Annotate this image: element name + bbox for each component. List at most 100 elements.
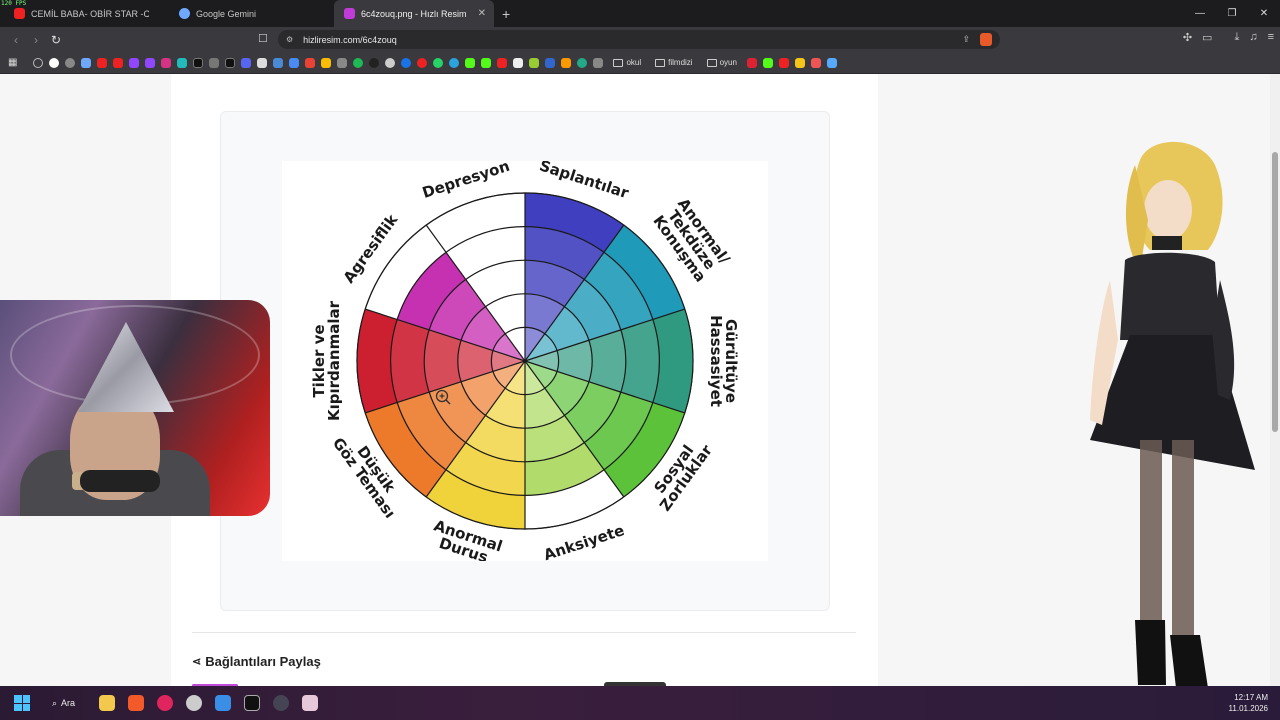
spotify-icon[interactable] <box>353 57 364 68</box>
bookmark-folder-oyun[interactable]: oyun <box>706 58 737 67</box>
bookmark-icon[interactable] <box>337 57 348 68</box>
tab-hizliresim[interactable]: 6c4zouq.png - Hızlı Resim ✕ <box>334 0 494 27</box>
microphone <box>80 470 160 492</box>
downloads-icon[interactable]: ⤓ <box>1234 31 1239 44</box>
scrollbar-thumb[interactable] <box>1272 152 1278 432</box>
search-icon: ⌕ <box>52 697 58 708</box>
new-tab-button[interactable]: + <box>502 6 510 22</box>
taskbar-search-button[interactable]: ⌕ Ara <box>52 698 75 709</box>
share-heading: ⋖ Bağlantıları Paylaş <box>192 654 321 669</box>
obs-icon[interactable] <box>186 695 203 711</box>
steam-icon[interactable] <box>273 695 290 711</box>
toolbar-right: ✣ ▭ ⤓ ♫ ≡ <box>1183 31 1274 44</box>
apps-grid-icon[interactable]: ▦ <box>8 57 17 68</box>
kick-icon[interactable] <box>762 57 773 68</box>
tab-music-video[interactable]: CEMİL BABA- OBİR STAR -CANIM <box>4 0 169 27</box>
gemini-icon <box>179 8 190 19</box>
bookmark-folder-okul[interactable]: okul <box>613 58 641 67</box>
instagram-icon[interactable] <box>161 57 172 68</box>
youtube-icon <box>14 8 25 19</box>
media-icon[interactable]: ♫ <box>1249 31 1257 44</box>
brave-browser-icon[interactable] <box>128 695 145 711</box>
back-icon[interactable]: ‹ <box>6 33 26 47</box>
media-player-icon[interactable] <box>157 695 174 711</box>
bookmark-icon[interactable] <box>401 57 412 68</box>
bookmark-icon[interactable] <box>826 57 837 68</box>
tab-title: CEMİL BABA- OBİR STAR -CANIM <box>31 8 149 19</box>
wheel-label: Anksiyete <box>541 521 626 561</box>
bookmark-icon[interactable] <box>497 57 508 68</box>
tiktok-icon[interactable] <box>225 57 236 68</box>
tab-title: 6c4zouq.png - Hızlı Resim <box>361 8 467 19</box>
google-icon[interactable] <box>49 57 60 68</box>
brave-shield-icon[interactable] <box>980 33 992 46</box>
bookmark-icon[interactable] <box>545 57 556 68</box>
bookmark-icon[interactable] <box>561 57 572 68</box>
trait-wheel-image[interactable]: Depresyon SaplantılarAnormal/TekdüzeKonuş… <box>282 161 768 561</box>
menu-icon[interactable]: ≡ <box>1268 31 1274 44</box>
bookmark-icon[interactable] <box>810 57 821 68</box>
docs-icon[interactable] <box>289 57 300 68</box>
tab-strip: 120 FPS CEMİL BABA- OBİR STAR -CANIM Goo… <box>0 0 1280 27</box>
avatar-app-icon[interactable] <box>302 695 319 711</box>
wheel-label: GürültüyeHassasiyet <box>707 315 740 407</box>
bookmark-icon[interactable] <box>273 57 284 68</box>
star-icon[interactable] <box>794 57 805 68</box>
system-clock[interactable]: 12:17 AM 11.01.2026 <box>1229 692 1268 714</box>
page-scrollbar[interactable] <box>1270 74 1280 686</box>
address-bar[interactable]: ⚙ hizliresim.com/6c4zouq ⇪ <box>278 30 1000 49</box>
bookmark-icon[interactable] <box>385 57 396 68</box>
close-tab-icon[interactable]: ✕ <box>478 8 486 19</box>
sidebar-icon[interactable]: ▭ <box>1202 31 1212 44</box>
chrome-icon[interactable] <box>65 57 76 68</box>
kick-icon[interactable] <box>481 57 492 68</box>
history-icon[interactable] <box>33 57 44 68</box>
share-page-icon[interactable]: ⇪ <box>962 34 970 45</box>
x-icon[interactable] <box>193 57 204 68</box>
reload-icon[interactable]: ↻ <box>46 33 66 47</box>
windows-taskbar: ⌕ Ara 12:17 AM 11.01.2026 <box>0 686 1280 720</box>
whatsapp-icon[interactable] <box>433 57 444 68</box>
wheel-label-line: Anksiyete <box>541 521 626 561</box>
drive-icon[interactable] <box>321 57 332 68</box>
extensions-icon[interactable]: ✣ <box>1183 31 1192 44</box>
forward-icon[interactable]: › <box>26 33 46 47</box>
bookmark-icon[interactable] <box>513 57 524 68</box>
bookmark-folder-filmdizi[interactable]: filmdizi <box>655 58 693 67</box>
youtube-bookmark-icon[interactable] <box>97 57 108 68</box>
bookmark-icon[interactable] <box>746 57 757 68</box>
gemini-bookmark-icon[interactable] <box>81 57 92 68</box>
vtuber-avatar <box>1090 141 1255 688</box>
bookmark-icon[interactable] <box>209 57 220 68</box>
window-controls: — ❐ ✕ <box>1184 0 1280 27</box>
kick-icon[interactable] <box>465 57 476 68</box>
twitch-icon[interactable] <box>145 57 156 68</box>
youtube-bookmark-icon[interactable] <box>113 57 124 68</box>
bookmark-icon[interactable] <box>417 57 428 68</box>
youtube-bookmark-icon[interactable] <box>778 57 789 68</box>
discord-icon[interactable] <box>241 57 252 68</box>
site-info-icon[interactable]: ⚙ <box>286 35 293 44</box>
twitch-icon[interactable] <box>129 57 140 68</box>
restore-icon[interactable]: ❐ <box>1216 0 1248 27</box>
gmail-icon[interactable] <box>305 57 316 68</box>
bookmark-icon[interactable] <box>529 57 540 68</box>
bookmark-icon[interactable]: ☐ <box>258 32 268 45</box>
close-window-icon[interactable]: ✕ <box>1248 0 1280 27</box>
windows-start-icon[interactable] <box>14 695 30 711</box>
zoom-in-cursor-icon <box>435 389 451 405</box>
telegram-icon[interactable] <box>449 57 460 68</box>
bookmark-icon[interactable] <box>177 57 188 68</box>
url-text: hizliresim.com/6c4zouq <box>303 34 397 45</box>
capcut-icon[interactable] <box>244 695 261 711</box>
folder-icon <box>706 58 717 67</box>
bookmark-icon[interactable] <box>369 57 380 68</box>
tab-title: Google Gemini <box>196 8 257 19</box>
minimize-icon[interactable]: — <box>1184 0 1216 27</box>
bookmark-icon[interactable] <box>257 57 268 68</box>
bookmark-icon[interactable] <box>577 57 588 68</box>
tab-gemini[interactable]: Google Gemini <box>169 0 334 27</box>
photos-icon[interactable] <box>215 695 232 711</box>
file-explorer-icon[interactable] <box>99 695 116 711</box>
bookmark-icon[interactable] <box>593 57 604 68</box>
